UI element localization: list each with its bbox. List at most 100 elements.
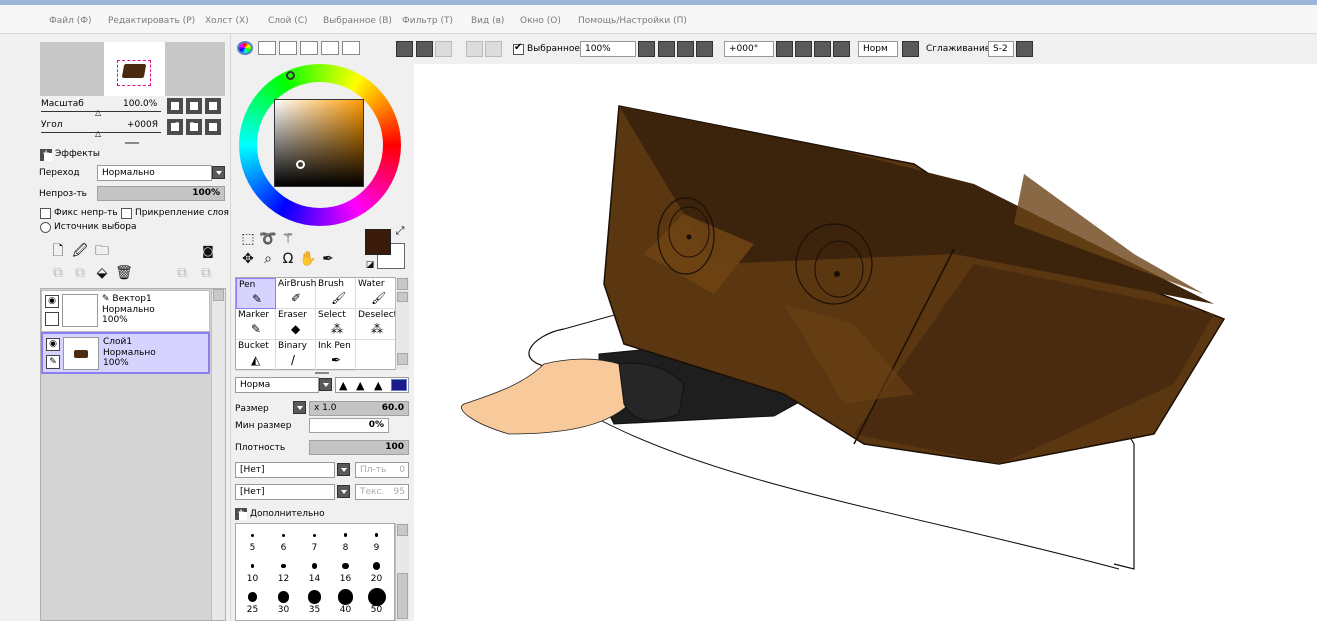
color-wheel-mode-icon[interactable]	[237, 41, 253, 55]
blend-select[interactable]: Нормально	[97, 165, 212, 181]
brush-edge-selector[interactable]: ▲ ▲ ▲	[335, 377, 409, 393]
new-layer-icon[interactable]: 🗋	[49, 242, 67, 260]
smoothing-select[interactable]: S-2	[988, 41, 1014, 57]
brush-texture-select[interactable]: [Нет]	[235, 484, 335, 500]
show-selection-checkbox[interactable]: ✔	[513, 42, 524, 55]
saturation-value-square[interactable]	[274, 99, 364, 187]
brush-size-40[interactable]: 40	[330, 588, 361, 617]
scroll-up-arrow[interactable]	[213, 289, 224, 301]
layer-row-vector1[interactable]: ◉ ✎ Вектор1 Нормально 100%	[41, 290, 210, 332]
brush-brush[interactable]: Brush 🖌	[316, 278, 356, 309]
density-slider[interactable]: 100	[309, 440, 409, 455]
lasso-icon[interactable]: ➰	[259, 230, 277, 248]
foreground-color[interactable]	[365, 229, 391, 255]
size-slider[interactable]: x 1.0 60.0	[309, 401, 409, 416]
brush-eraser[interactable]: Eraser ◆	[276, 309, 316, 340]
scale-slider-handle[interactable]: △	[95, 108, 101, 117]
brush-size-6[interactable]: 6	[268, 526, 299, 555]
menu-help[interactable]: Помощь/Настройки (П)	[578, 16, 687, 26]
zoom-reset-button[interactable]	[696, 41, 713, 57]
selection-source-radio[interactable]	[40, 222, 51, 233]
effects-expand-button[interactable]: +	[40, 149, 52, 161]
opacity-slider[interactable]: 100%	[97, 186, 225, 201]
color-mixer-icon[interactable]	[300, 41, 318, 55]
brush-size-16[interactable]: 16	[330, 557, 361, 586]
brush-water[interactable]: Water 🖌	[356, 278, 396, 309]
angle-slider-handle[interactable]: △	[95, 129, 101, 138]
clip-layer-checkbox[interactable]	[121, 208, 132, 219]
menu-view[interactable]: Вид (в)	[471, 16, 504, 26]
scroll-thumb[interactable]	[397, 573, 408, 619]
scroll-up-arrow[interactable]	[397, 524, 408, 536]
layer-mask-icon[interactable]: ◙	[199, 242, 217, 260]
delete-layer-icon[interactable]: 🗑	[115, 264, 133, 282]
menu-layer[interactable]: Слой (С)	[268, 16, 308, 26]
brush-bucket[interactable]: Bucket ◭	[236, 340, 276, 371]
brush-size-9[interactable]: 9	[361, 526, 392, 555]
navigator-view-rect[interactable]	[117, 60, 151, 86]
brush-shape-dropdown[interactable]	[337, 463, 350, 476]
scroll-up-arrow[interactable]	[397, 278, 408, 290]
brush-size-8[interactable]: 8	[330, 526, 361, 555]
layer-lock-toggle[interactable]	[45, 312, 59, 326]
brush-grid-scrollbar[interactable]	[395, 277, 409, 370]
zoom-icon[interactable]: ⌕	[259, 250, 277, 268]
rotate-reset-button[interactable]	[205, 119, 221, 135]
rotate-right-button[interactable]	[814, 41, 831, 57]
angle-value[interactable]: +000Я	[127, 120, 158, 130]
brush-pen[interactable]: Pen ✎	[236, 278, 276, 309]
menu-filter[interactable]: Фильтр (Т)	[402, 16, 453, 26]
scroll-down-arrow[interactable]	[397, 353, 408, 365]
panel-splitter[interactable]	[125, 142, 139, 144]
rotate-right-button[interactable]: ↻	[186, 119, 202, 135]
brush-texture-strength[interactable]: Текс. 95	[355, 484, 409, 500]
menu-file[interactable]: Файл (Ф)	[49, 16, 92, 26]
brush-shape-strength[interactable]: Пл-ть 0	[355, 462, 409, 478]
brush-ink-pen[interactable]: Ink Pen ✒	[316, 340, 356, 371]
panel-dropdown-button[interactable]	[396, 41, 413, 57]
panel-splitter[interactable]	[315, 372, 329, 374]
layer-row-layer1[interactable]: ◉ ✎ Слой1 Нормально 100%	[41, 332, 210, 374]
zoom-in-button[interactable]	[677, 41, 694, 57]
new-vector-layer-icon[interactable]: 🖉	[71, 242, 89, 260]
sv-marker[interactable]	[296, 160, 305, 169]
brush-size-10[interactable]: 10	[237, 557, 268, 586]
zoom-in-button[interactable]: +	[186, 98, 202, 114]
brush-size-35[interactable]: 35	[299, 588, 330, 617]
protect-opacity-checkbox[interactable]	[40, 208, 51, 219]
rgb-slider-icon[interactable]	[258, 41, 276, 55]
navigator-preview[interactable]	[40, 42, 225, 96]
rotate-left-button[interactable]	[795, 41, 812, 57]
brush-marker[interactable]: Marker ✎	[236, 309, 276, 340]
menu-selection[interactable]: Выбранное (В)	[323, 16, 392, 26]
reset-colors-icon[interactable]: ◪	[361, 256, 379, 274]
brush-shape-select[interactable]: [Нет]	[235, 462, 335, 478]
clear-layer-icon[interactable]: ⬙	[93, 264, 111, 282]
eyedropper-icon[interactable]: ✒	[319, 250, 337, 268]
brush-binary[interactable]: Binary /	[276, 340, 316, 371]
brush-size-20[interactable]: 20	[361, 557, 392, 586]
swap-colors-icon[interactable]: ⤢	[391, 222, 409, 240]
brush-select[interactable]: Select ⁂	[316, 309, 356, 340]
brush-size-14[interactable]: 14	[299, 557, 330, 586]
hsv-slider-icon[interactable]	[279, 41, 297, 55]
zoom-out-button[interactable]: –	[167, 98, 183, 114]
brush-mode-select[interactable]: Норма	[235, 377, 319, 393]
brush-size-7[interactable]: 7	[299, 526, 330, 555]
flip-horizontal-button[interactable]	[902, 41, 919, 57]
smoothing-dropdown-button[interactable]	[1016, 41, 1033, 57]
zoom-select[interactable]: 100%	[580, 41, 636, 57]
advanced-expand-button[interactable]: +	[235, 508, 247, 520]
undo-button[interactable]	[416, 41, 433, 57]
rotate-left-button[interactable]: ↺	[167, 119, 183, 135]
size-multiplier-dropdown[interactable]	[293, 401, 306, 414]
edge-soft-icon[interactable]: ▲	[374, 379, 382, 392]
brush-size-25[interactable]: 25	[237, 588, 268, 617]
display-mode-button[interactable]: Норм	[858, 41, 898, 57]
visibility-eye-icon[interactable]: ◉	[46, 338, 60, 351]
brush-size-5[interactable]: 5	[237, 526, 268, 555]
move-icon[interactable]: ✥	[239, 250, 257, 268]
menu-edit[interactable]: Редактировать (Р)	[108, 16, 195, 26]
scroll-thumb[interactable]	[397, 292, 408, 302]
drawing-canvas[interactable]	[414, 64, 1317, 621]
